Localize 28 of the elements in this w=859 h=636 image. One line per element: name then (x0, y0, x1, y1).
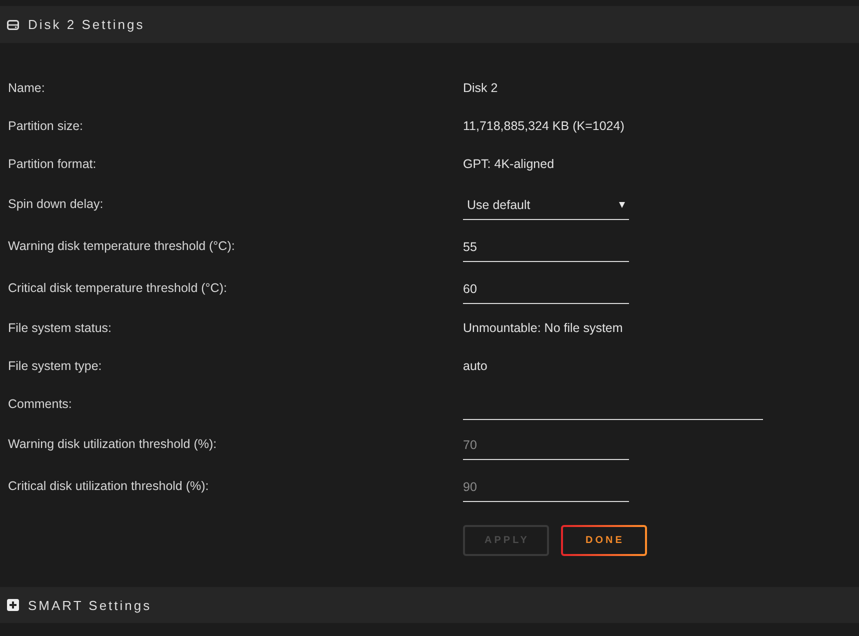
caret-icon (619, 202, 625, 208)
panel-header[interactable]: Disk 2 Settings (0, 6, 859, 43)
field-value: Unmountable: No file system (463, 321, 623, 335)
field-label: Warning disk utilization threshold (%): (8, 437, 217, 451)
done-button[interactable]: DONE (561, 525, 647, 556)
panel-title: SMART Settings (28, 598, 152, 612)
number-field[interactable]: 60 (463, 272, 629, 304)
field-value: Disk 2 (463, 81, 498, 95)
field-label: Spin down delay: (8, 197, 104, 211)
field-label: Partition format: (8, 157, 96, 171)
hard-drive-icon (7, 20, 19, 30)
field-label: Name: (8, 81, 45, 95)
field-value: auto (463, 359, 488, 373)
field-label: File system type: (8, 359, 102, 373)
field-label: Critical disk utilization threshold (%): (8, 479, 209, 493)
field-value: GPT: 4K-aligned (463, 157, 554, 171)
number-field[interactable]: 70 (463, 428, 629, 460)
panel-title: Disk 2 Settings (28, 17, 145, 32)
field-value: 11,718,885,324 KB (K=1024) (463, 119, 624, 133)
field-label: File system status: (8, 321, 112, 335)
field-label: Critical disk temperature threshold (°C): (8, 281, 227, 295)
panel-header[interactable]: SMART Settings (0, 587, 859, 623)
number-field[interactable]: 90 (463, 470, 629, 502)
number-field[interactable]: 55 (463, 230, 629, 262)
field-label: Comments: (8, 397, 72, 411)
field-label: Warning disk temperature threshold (°C): (8, 239, 235, 253)
field-label: Partition size: (8, 119, 84, 133)
dropdown[interactable]: Use default (463, 188, 629, 220)
